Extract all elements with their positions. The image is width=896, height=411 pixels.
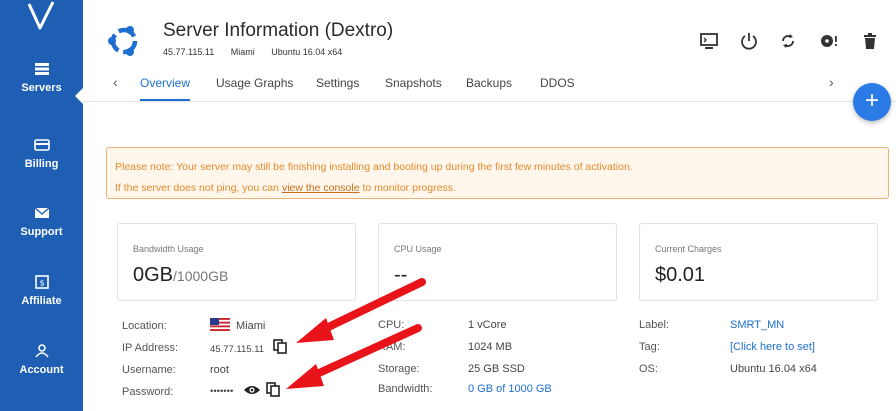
- bandwidth-used: 0GB: [133, 264, 174, 286]
- cpu-value: 1 vCore: [468, 319, 507, 331]
- notice-text: to monitor progress.: [359, 182, 456, 194]
- tab-backups[interactable]: Backups: [466, 76, 512, 90]
- sidebar-item-label: Support: [20, 226, 63, 238]
- sidebar: Servers Billing Support $ Affiliate Acco…: [0, 0, 83, 411]
- tag-label: Tag:: [639, 341, 660, 353]
- card-label: Current Charges: [655, 244, 722, 254]
- os-label: OS:: [639, 363, 658, 375]
- notice-text: If the server does not ping, you can: [115, 182, 282, 194]
- chevron-right-icon[interactable]: ›: [829, 74, 834, 90]
- location-label: Location:: [122, 320, 167, 332]
- page-title: Server Information (Dextro): [163, 20, 394, 41]
- sidebar-item-affiliate[interactable]: $ Affiliate: [0, 275, 83, 323]
- notice-line-1: Please note: Your server may still be fi…: [115, 161, 633, 173]
- console-icon[interactable]: [698, 30, 720, 52]
- tab-settings[interactable]: Settings: [316, 76, 359, 90]
- password-label: Password:: [122, 386, 174, 398]
- sidebar-item-billing[interactable]: Billing: [0, 138, 83, 186]
- bandwidth-label: Bandwidth:: [378, 383, 433, 395]
- tab-overview[interactable]: Overview: [140, 76, 190, 90]
- set-tag-link[interactable]: [Click here to set]: [730, 341, 815, 353]
- svg-text:$: $: [39, 279, 44, 288]
- cpu-label: CPU:: [378, 319, 405, 331]
- card-label: CPU Usage: [394, 244, 442, 254]
- eye-icon[interactable]: [243, 383, 261, 397]
- sidebar-item-support[interactable]: Support: [0, 206, 83, 254]
- card-label: Bandwidth Usage: [133, 244, 204, 254]
- ip-address-label: IP Address:: [122, 342, 179, 354]
- person-icon: [34, 344, 49, 358]
- ubuntu-os-icon: [108, 26, 138, 56]
- storage-value: 25 GB SSD: [468, 363, 525, 375]
- tab-ddos[interactable]: DDOS: [540, 76, 575, 90]
- sidebar-item-account[interactable]: Account: [0, 344, 83, 392]
- server-stack-icon: [34, 63, 49, 75]
- copy-password-icon[interactable]: [265, 381, 281, 398]
- storage-label: Storage:: [378, 363, 420, 375]
- server-summary: 45.77.115.11 Miami Ubuntu 16.04 x64: [163, 47, 356, 57]
- location-value: Miami: [236, 320, 266, 332]
- chevron-left-icon[interactable]: ‹: [113, 74, 118, 90]
- vultr-logo-icon[interactable]: [26, 0, 56, 32]
- restart-icon[interactable]: [777, 30, 799, 52]
- sidebar-item-servers[interactable]: Servers: [0, 62, 83, 116]
- view-console-link[interactable]: view the console: [282, 182, 360, 194]
- sidebar-item-label: Billing: [24, 158, 59, 170]
- ip-address-value: 45.77.115.11: [210, 344, 265, 355]
- card-value: --: [394, 264, 408, 286]
- tab-usage-graphs[interactable]: Usage Graphs: [216, 76, 293, 90]
- copy-ip-icon[interactable]: [272, 338, 288, 355]
- header-ip: 45.77.115.11: [163, 47, 215, 57]
- header-location: Miami: [230, 47, 255, 57]
- os-value: Ubuntu 16.04 x64: [730, 363, 817, 375]
- cpu-usage-card: CPU Usage --: [378, 223, 617, 301]
- notice-line-2: If the server does not ping, you can vie…: [115, 178, 880, 199]
- us-flag-icon: [210, 318, 230, 331]
- card-value: $0.01: [655, 264, 706, 286]
- header-os: Ubuntu 16.04 x64: [271, 47, 343, 57]
- activation-notice: Please note: Your server may still be fi…: [106, 147, 889, 199]
- card-value: 0GB/1000GB: [133, 264, 228, 287]
- server-label-link[interactable]: SMRT_MN: [730, 319, 784, 331]
- ram-value: 1024 MB: [468, 341, 513, 353]
- add-server-button[interactable]: +: [853, 83, 891, 121]
- reinstall-icon[interactable]: [818, 30, 840, 52]
- username-label: Username:: [122, 364, 176, 376]
- bandwidth-value-link[interactable]: 0 GB of 1000 GB: [468, 383, 552, 395]
- sidebar-item-label: Account: [19, 364, 64, 376]
- credit-card-icon: [33, 139, 50, 151]
- sidebar-item-label: Affiliate: [21, 295, 62, 307]
- tab-bar: ‹ Overview Usage Graphs Settings Snapsho…: [83, 66, 896, 102]
- bandwidth-usage-card: Bandwidth Usage 0GB/1000GB: [117, 223, 356, 301]
- trash-icon[interactable]: [859, 30, 881, 52]
- ram-label: RAM:: [378, 341, 406, 353]
- current-charges-card: Current Charges $0.01: [639, 223, 878, 301]
- envelope-icon: [34, 207, 49, 218]
- password-value: •••••••: [210, 386, 234, 397]
- sidebar-item-label: Servers: [21, 82, 62, 94]
- tab-snapshots[interactable]: Snapshots: [385, 76, 442, 90]
- dollar-badge-icon: $: [34, 275, 49, 289]
- power-icon[interactable]: [738, 30, 760, 52]
- bandwidth-total: /1000GB: [173, 268, 229, 284]
- server-label-label: Label:: [639, 319, 669, 331]
- username-value: root: [210, 364, 229, 376]
- arrow-to-password-copy: [286, 324, 422, 389]
- active-tab-indicator: [140, 99, 190, 101]
